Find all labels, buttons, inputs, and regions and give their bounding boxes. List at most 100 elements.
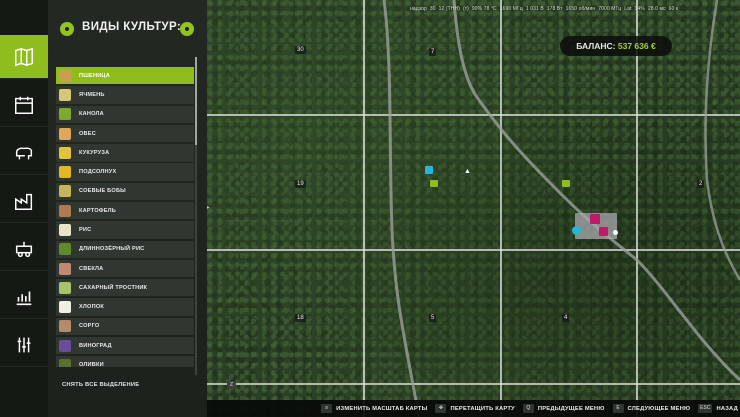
crop-color-swatch <box>58 339 71 352</box>
status-text: 34% <box>634 6 645 12</box>
status-text: 30 <box>429 6 436 12</box>
crop-item[interactable]: КАНОЛА <box>56 105 194 123</box>
hint-label: ПЕРЕТАЩИТЬ КАРТУ <box>450 405 515 412</box>
crop-item[interactable]: САХАРНЫЙ ТРОСТНИК <box>56 279 194 297</box>
status-text: 7000 МГц <box>598 6 622 12</box>
rail-item-finances[interactable] <box>0 323 48 367</box>
crop-icon <box>56 163 73 180</box>
prev-page-button[interactable] <box>60 22 74 36</box>
crop-color-swatch <box>58 166 71 179</box>
hint-zoom[interactable]: ≡ ИЗМЕНИТЬ МАСШТАБ КАРТЫ <box>321 404 427 413</box>
crop-item[interactable]: РИС <box>56 221 194 239</box>
map-marker-cyan[interactable] <box>572 226 581 235</box>
crop-label: СОРГО <box>79 323 100 330</box>
key-hint: Q <box>522 404 534 413</box>
crop-label: ПШЕНИЦА <box>79 72 110 79</box>
map-marker-green[interactable] <box>430 180 438 187</box>
hint-back[interactable]: ESC НАЗАД <box>698 404 738 413</box>
production-icon <box>15 193 33 210</box>
crop-list-scrollbar[interactable] <box>195 57 197 375</box>
balance-display: БАЛАНС: 537 636 € <box>560 36 672 56</box>
hint-prev-menu[interactable]: Q ПРЕДЫДУЩЕЕ МЕНЮ <box>522 404 605 413</box>
crop-icon <box>56 183 73 200</box>
map-marker-cyan[interactable] <box>425 166 433 174</box>
status-text: 90% 78 °С <box>471 6 497 12</box>
performance-status-bar: надзор 30 12 (ТНН) (т) 90% 78 °С 1690 МГц 1 03… <box>410 4 736 14</box>
crop-icon <box>56 260 73 277</box>
crop-color-swatch <box>58 223 71 236</box>
crop-item[interactable]: ОВЕС <box>56 124 194 143</box>
map-view[interactable]: 30 7 19 2 18 5 4 ▲ <box>207 0 740 417</box>
crop-icon <box>56 144 73 161</box>
calendar-icon <box>15 96 33 114</box>
crop-icon <box>56 356 73 367</box>
crop-label: ОЛИВКИ <box>79 361 104 367</box>
chevron-left-icon <box>65 27 69 31</box>
crop-color-swatch <box>58 146 71 159</box>
crop-item[interactable]: КУКУРУЗА <box>56 144 194 162</box>
status-text: 1 031 В <box>525 6 544 12</box>
crop-label: ВИНОГРАД <box>79 342 112 349</box>
crop-color-swatch <box>58 320 71 333</box>
status-text: Lat <box>624 6 632 12</box>
hint-next-menu[interactable]: E СЛЕДУЮЩЕЕ МЕНЮ <box>612 404 691 413</box>
crop-item[interactable]: СОРГО <box>56 317 194 336</box>
status-text: 1650 об/мин <box>565 6 596 12</box>
hint-label: ИЗМЕНИТЬ МАСШТАБ КАРТЫ <box>336 405 428 412</box>
chart-icon <box>16 291 32 305</box>
map-marker-green[interactable] <box>562 180 570 187</box>
crop-icon <box>56 86 73 103</box>
rail-item-statistics[interactable] <box>0 275 48 319</box>
field-number: 19 <box>295 180 306 188</box>
map-marker-magenta[interactable] <box>590 214 600 224</box>
key-hint: Z <box>227 380 236 389</box>
field-number: 7 <box>429 48 437 56</box>
rail-item-calendar[interactable] <box>0 83 48 127</box>
crop-item[interactable]: СВЕКЛА <box>56 259 194 278</box>
crop-color-swatch <box>58 185 71 198</box>
crop-label: ЯЧМЕНЬ <box>79 91 105 98</box>
key-hint: E <box>612 404 624 413</box>
field-number: 4 <box>562 314 570 322</box>
key-hint: ✥ <box>435 404 447 413</box>
scroll-thumb[interactable] <box>195 57 197 145</box>
rail-item-production[interactable] <box>0 179 48 223</box>
balance-label: БАЛАНС: <box>576 41 616 51</box>
crop-icon <box>56 318 73 335</box>
balance-value: 537 636 € <box>617 41 656 51</box>
crop-item[interactable]: СОЕВЫЕ БОБЫ <box>56 182 194 201</box>
crop-label: ДЛИННОЗЁРНЫЙ РИС <box>79 246 145 253</box>
rail-item-vehicles[interactable] <box>0 227 48 271</box>
rail-item-map[interactable] <box>0 35 48 79</box>
roads-layer <box>382 0 740 417</box>
crop-label: РИС <box>79 226 92 233</box>
crop-color-swatch <box>58 127 71 140</box>
crop-item[interactable]: ОЛИВКИ <box>56 356 194 367</box>
clear-selection-button[interactable]: СНЯТЬ ВСЕ ВЫДЕЛЕНИЕ Z <box>56 378 236 391</box>
crop-color-swatch <box>58 108 71 121</box>
crop-icon <box>56 279 73 296</box>
crop-color-swatch <box>58 88 71 101</box>
map-marker-white[interactable] <box>613 230 618 235</box>
crop-item[interactable]: КАРТОФЕЛЬ <box>56 201 194 220</box>
status-text: 178 Вт <box>546 6 563 12</box>
crop-item[interactable]: ПШЕНИЦА <box>56 67 194 85</box>
rail-item-animals[interactable] <box>0 131 48 175</box>
crop-label: КУКУРУЗА <box>79 149 110 156</box>
crop-item[interactable]: ЯЧМЕНЬ <box>56 86 194 104</box>
hint-drag[interactable]: ✥ ПЕРЕТАЩИТЬ КАРТУ <box>435 404 515 413</box>
crop-item[interactable]: ДЛИННОЗЁРНЫЙ РИС <box>56 240 194 258</box>
player-marker-icon[interactable]: ▲ <box>464 168 471 176</box>
animals-icon <box>15 146 33 159</box>
crop-color-swatch <box>58 262 71 275</box>
crop-item[interactable]: ХЛОПОК <box>56 298 194 316</box>
crop-item[interactable]: ВИНОГРАД <box>56 336 194 355</box>
key-hint: ESC <box>698 404 713 413</box>
next-page-button[interactable] <box>180 22 194 36</box>
crop-item[interactable]: ПОДСОЛНУХ <box>56 163 194 181</box>
map-icon <box>15 47 33 66</box>
menu-rail <box>0 0 48 417</box>
map-marker-magenta[interactable] <box>599 227 608 236</box>
panel-header: ВИДЫ КУЛЬТУР: <box>48 18 207 42</box>
field-number: 5 <box>429 314 437 322</box>
